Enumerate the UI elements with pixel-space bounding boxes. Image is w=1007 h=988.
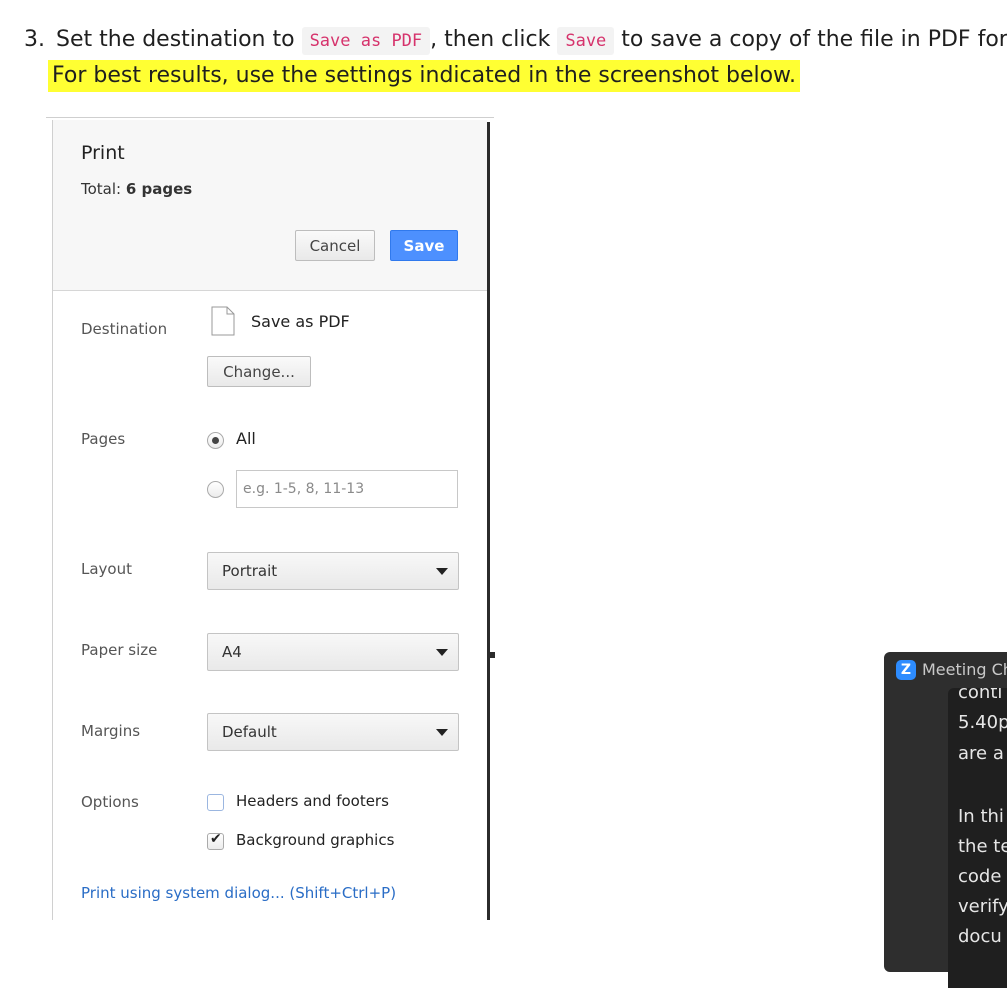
change-destination-button[interactable]: Change...	[207, 356, 311, 387]
zoom-meeting-chat-popup[interactable]: Z Meeting Ch conti 5.40p are a In thi th…	[884, 652, 1007, 988]
zoom-logo-icon: Z	[896, 660, 916, 680]
step-text-b: , then click	[430, 27, 551, 52]
dialog-title: Print	[81, 142, 125, 164]
chat-message-body: conti 5.40p are a In thi the te code ver…	[948, 688, 1007, 988]
total-label: Total:	[81, 180, 122, 198]
chat-line: verify	[958, 896, 1007, 917]
highlighted-note: For best results, use the settings indic…	[48, 60, 801, 92]
step-text-a: Set the destination to	[56, 27, 295, 52]
chat-line: 5.40p	[958, 712, 1007, 733]
cancel-button[interactable]: Cancel	[295, 230, 375, 261]
total-value: 6 pages	[125, 180, 193, 198]
chat-title: Meeting Ch	[922, 660, 1007, 679]
dialog-header: Print Total: 6 pages Cancel Save	[53, 120, 487, 291]
chat-line: are a	[958, 743, 1004, 764]
chat-line: conti	[958, 688, 1003, 703]
paper-size-value: A4	[222, 643, 242, 661]
document-icon	[211, 306, 235, 336]
options-label: Options	[81, 793, 139, 811]
chat-header[interactable]: Z Meeting Ch	[884, 652, 1007, 688]
print-dialog: Print Total: 6 pages Cancel Save Destina…	[52, 120, 489, 920]
chat-line: code	[958, 866, 1002, 887]
layout-label: Layout	[81, 560, 132, 578]
code-save: Save	[557, 27, 615, 55]
code-save-as-pdf: Save as PDF	[301, 27, 431, 55]
chevron-down-icon	[436, 729, 448, 736]
pages-all-label: All	[236, 429, 256, 448]
margins-label: Margins	[81, 722, 141, 740]
background-graphics-checkbox[interactable]	[207, 831, 224, 850]
layout-select[interactable]: Portrait	[207, 552, 459, 590]
system-dialog-link[interactable]: Print using system dialog... (Shift+Ctrl…	[81, 884, 396, 902]
chat-line: docu	[958, 926, 1002, 947]
headers-footers-label: Headers and footers	[236, 792, 389, 810]
background-graphics-label: Background graphics	[236, 831, 395, 849]
dialog-edge-mark	[490, 652, 495, 658]
step-number: 3.	[24, 27, 45, 52]
pages-range-input[interactable]: e.g. 1-5, 8, 11-13	[236, 470, 458, 508]
pages-custom-radio[interactable]	[207, 481, 224, 498]
pages-all-radio[interactable]	[207, 432, 224, 449]
total-pages: Total: 6 pages	[81, 180, 192, 198]
chat-line: the te	[958, 836, 1007, 857]
chat-line: In thi	[958, 806, 1004, 827]
paper-size-label: Paper size	[81, 641, 158, 659]
pages-label: Pages	[81, 430, 126, 448]
chevron-down-icon	[436, 568, 448, 575]
margins-value: Default	[222, 723, 277, 741]
step-text-c: to save a copy of the file in PDF format	[621, 27, 1007, 52]
dialog-top-border	[46, 117, 494, 118]
chevron-down-icon	[436, 649, 448, 656]
headers-footers-checkbox[interactable]	[207, 794, 224, 811]
layout-value: Portrait	[222, 562, 278, 580]
instruction-step: 3. Set the destination to Save as PDF, t…	[24, 22, 1007, 59]
dialog-right-edge	[487, 122, 490, 920]
paper-size-select[interactable]: A4	[207, 633, 459, 671]
destination-label: Destination	[81, 320, 168, 338]
save-button[interactable]: Save	[390, 230, 458, 261]
destination-value: Save as PDF	[251, 312, 350, 331]
margins-select[interactable]: Default	[207, 713, 459, 751]
